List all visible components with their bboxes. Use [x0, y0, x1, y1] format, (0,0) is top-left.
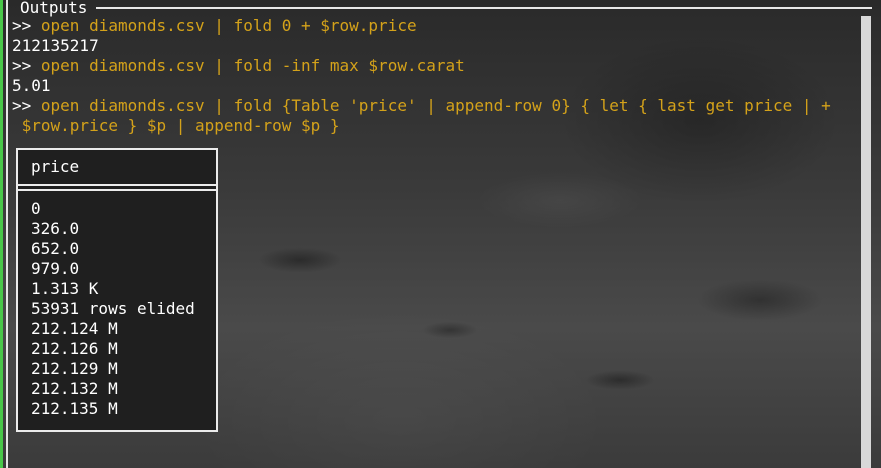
output-text: 212135217: [12, 36, 99, 55]
console-line: >> open diamonds.csv | fold {Table 'pric…: [12, 96, 858, 116]
table-row: 212.135 M: [31, 399, 118, 418]
prompt-symbol: >>: [12, 56, 32, 75]
command-text: open diamonds.csv | fold 0 + $row.price: [40, 16, 417, 35]
command-continuation: $row.price } $p | append-row $p }: [12, 116, 340, 135]
panel-border-left: [6, 0, 8, 468]
table-row: 1.313 K: [31, 279, 99, 298]
table-row: 212.126 M: [31, 339, 118, 358]
result-table: price 0 326.0 652.0 979.0 1.313 K 53931 …: [16, 148, 218, 432]
elided-rows-note: 53931 rows elided: [31, 299, 195, 318]
focus-indicator: [0, 0, 3, 468]
scrollbar[interactable]: [861, 16, 871, 468]
table-row: 979.0: [31, 259, 80, 278]
table-row: 0: [31, 199, 41, 218]
console-output: >> open diamonds.csv | fold 0 + $row.pri…: [12, 16, 858, 136]
table-row: 652.0: [31, 239, 80, 258]
console-line: >> open diamonds.csv | fold 0 + $row.pri…: [12, 16, 858, 36]
table-row: 326.0: [31, 219, 80, 238]
output-text: 5.01: [12, 76, 51, 95]
table-row: 212.129 M: [31, 359, 118, 378]
console-line: >> open diamonds.csv | fold -inf max $ro…: [12, 56, 858, 76]
table-header: price: [18, 150, 216, 186]
command-text: open diamonds.csv | fold {Table 'price' …: [40, 96, 831, 115]
table-row: 212.124 M: [31, 319, 118, 338]
panel-border-top: [96, 7, 872, 9]
prompt-symbol: >>: [12, 16, 32, 35]
command-text: open diamonds.csv | fold -inf max $row.c…: [40, 56, 465, 75]
table-body: 0 326.0 652.0 979.0 1.313 K 53931 rows e…: [18, 191, 216, 419]
table-row: 212.132 M: [31, 379, 118, 398]
prompt-symbol: >>: [12, 96, 32, 115]
